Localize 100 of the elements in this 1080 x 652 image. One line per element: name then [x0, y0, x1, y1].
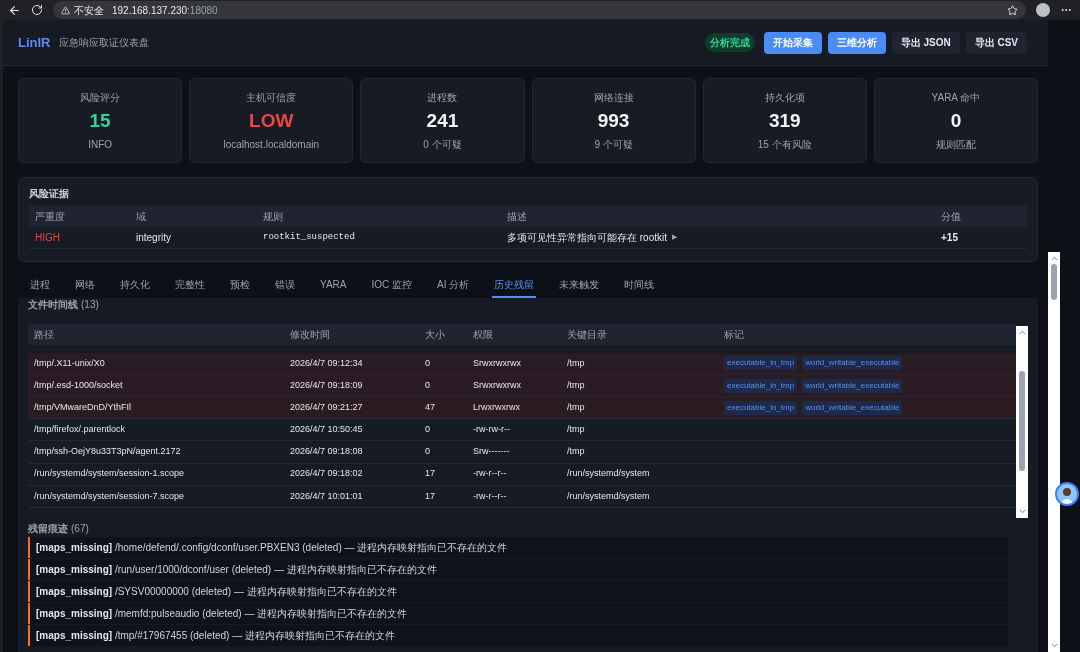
- residue-text: [maps_missing] /run/user/1000/dconf/user (deleted) — 进程内存映射指向已不存在的文件: [36, 563, 437, 577]
- table-cell-text: 17: [425, 489, 436, 503]
- header-button[interactable]: 导出 JSON: [891, 31, 960, 54]
- tab[interactable]: 预检: [228, 272, 252, 298]
- stat-label: YARA 命中: [931, 90, 981, 105]
- star-icon[interactable]: [1007, 4, 1018, 16]
- table-cell-text: 2026/4/7 09:12:34: [290, 356, 364, 370]
- table-cell-text: -rw-r--r--: [473, 467, 508, 481]
- table-cell-text: /run/systemd/system: [567, 489, 651, 503]
- tab[interactable]: 错误: [273, 272, 297, 298]
- table-cell-text: 0: [425, 378, 431, 392]
- person-icon: [1059, 486, 1075, 504]
- tab[interactable]: IOC 监控: [369, 272, 415, 298]
- stat-label: 网络连接: [593, 90, 634, 105]
- app-logo: LinIR: [18, 33, 51, 52]
- table-cell-text: integrity: [136, 231, 172, 245]
- scroll-up-icon[interactable]: [1049, 254, 1059, 263]
- column-header: 标记: [724, 328, 745, 343]
- table-cell-text: /tmp: [567, 356, 586, 370]
- scroll-down-icon[interactable]: [1017, 507, 1027, 516]
- section-title: 文件时间线: [28, 297, 78, 312]
- column-header: 分值: [941, 210, 962, 224]
- table-cell-text: Lrwxrwxrwx: [473, 401, 521, 414]
- stat-label: 风险评分: [80, 90, 121, 105]
- tab[interactable]: 未来触发: [557, 272, 602, 298]
- table-cell-text: Srwxrwxrwx: [473, 378, 522, 392]
- scroll-down-icon[interactable]: [1049, 641, 1059, 650]
- tab[interactable]: 网络: [73, 272, 97, 298]
- stat-note: 15 个有风险: [757, 137, 812, 152]
- stat-value: 0: [950, 108, 962, 133]
- tab[interactable]: 时间线: [622, 272, 657, 298]
- status-badge: 分析完成: [704, 33, 755, 52]
- panel-title: 风险证据: [29, 188, 70, 200]
- warning-icon: [61, 5, 70, 15]
- file-row[interactable]: /tmp/.esd-1000/socket 2026/4/7 09:18:09 0 Srwxrwxrwx /tmp executable_in_tmp world_writable_executable: [28, 375, 1016, 398]
- table-cell-text: /run/systemd/system: [567, 467, 651, 481]
- severity-cell-text: HIGH: [35, 231, 61, 245]
- tag: world_writable_executable: [802, 378, 903, 393]
- stat-value: 319: [768, 108, 801, 133]
- residue-text: [maps_missing] /tmp/#17967455 (deleted) — 进程内存映射指向已不存在的文件: [36, 629, 395, 643]
- table-cell-text: /tmp: [567, 445, 586, 459]
- scroll-thumb[interactable]: [1051, 264, 1057, 300]
- stat-label: 进程数: [427, 90, 458, 105]
- section-count: (67): [71, 521, 89, 536]
- tab[interactable]: YARA: [318, 272, 349, 298]
- stat-note: 0 个可疑: [423, 137, 462, 152]
- header-button[interactable]: 导出 CSV: [965, 31, 1027, 54]
- table-cell-text: 多项可见性异常指向可能存在 rootkit: [507, 231, 667, 245]
- column-header: 严重度: [35, 210, 66, 224]
- table-cell-text: 2026/4/7 09:21:27: [290, 401, 364, 414]
- file-row[interactable]: /tmp/VMwareDnD/YthFIl 2026/4/7 09:21:27 47 Lrwxrwxrwx /tmp executable_in_tmp world_writable_executable: [28, 397, 1016, 420]
- stat-note: INFO: [88, 137, 112, 152]
- table-cell-text: Srw-------: [473, 445, 511, 459]
- score-cell-text: +15: [941, 231, 959, 245]
- stat-note: 规则匹配: [935, 137, 976, 152]
- tab[interactable]: 持久化: [118, 272, 152, 298]
- tag: executable_in_tmp: [724, 356, 798, 371]
- table-cell-text: /tmp: [567, 401, 586, 414]
- security-label: 不安全: [74, 3, 104, 18]
- tab[interactable]: 进程: [28, 272, 52, 298]
- file-row[interactable]: /tmp/.X11-unix/X0 2026/4/7 09:12:34 0 Srwxrwxrwx /tmp executable_in_tmp world_writable_executable: [28, 352, 1016, 375]
- profile-avatar[interactable]: [1036, 3, 1050, 17]
- table-cell-text: /tmp/VMwareDnD/YthFIl: [34, 401, 133, 414]
- stat-value: 993: [597, 108, 630, 133]
- stat-note: 9 个可疑: [594, 137, 633, 152]
- table-cell-text: 2026/4/7 09:18:09: [290, 378, 364, 392]
- table-cell-text: /tmp: [567, 423, 586, 437]
- reload-icon[interactable]: [31, 4, 43, 16]
- table-scrollbar[interactable]: [1016, 326, 1028, 518]
- table-cell-text: /run/systemd/system/session-1.scope: [34, 467, 186, 481]
- section-count: (13): [81, 297, 99, 312]
- table-cell-text: 0: [425, 445, 431, 459]
- tag: world_writable_executable: [802, 400, 903, 415]
- back-icon[interactable]: [8, 3, 21, 17]
- stat-value: LOW: [249, 108, 294, 133]
- page-scrollbar[interactable]: [1048, 252, 1060, 652]
- scroll-up-icon[interactable]: [1017, 328, 1027, 337]
- scroll-thumb[interactable]: [1019, 371, 1025, 471]
- stat-label: 主机可信度: [246, 90, 297, 105]
- table-cell-text: 0: [425, 356, 431, 370]
- tab[interactable]: 完整性: [173, 272, 207, 298]
- residue-text: [maps_missing] /SYSV00000000 (deleted) — 进程内存映射指向已不存在的文件: [36, 585, 397, 599]
- stat-label: 持久化项: [764, 90, 805, 105]
- assistant-avatar[interactable]: [1055, 482, 1079, 506]
- tab[interactable]: AI 分析: [435, 272, 472, 298]
- column-header: 关键目录: [567, 328, 608, 343]
- table-cell-text: Srwxrwxrwx: [473, 356, 522, 370]
- column-header: 规则: [263, 210, 284, 224]
- column-header: 描述: [507, 210, 528, 224]
- app-subtitle: 应急响应取证仪表盘: [58, 36, 149, 50]
- tag: executable_in_tmp: [724, 378, 798, 393]
- column-header: 路径: [34, 328, 55, 343]
- column-header: 权限: [473, 328, 494, 343]
- address-bar[interactable]: 不安全 192.168.137.230:18080: [53, 1, 1026, 19]
- stat-note: localhost.localdomain: [223, 137, 320, 152]
- residue-text: [maps_missing] /home/defend/.config/dconf/user.PBXEN3 (deleted) — 进程内存映射指向已不存在的文件: [36, 541, 508, 555]
- table-cell-text: 2026/4/7 09:18:02: [290, 467, 364, 481]
- table-cell-text: 0: [425, 423, 431, 437]
- table-cell-text: -rw-r--r--: [473, 489, 508, 503]
- table-cell-text: /tmp/ssh-OejY8u33T3pN/agent.2172: [34, 445, 182, 459]
